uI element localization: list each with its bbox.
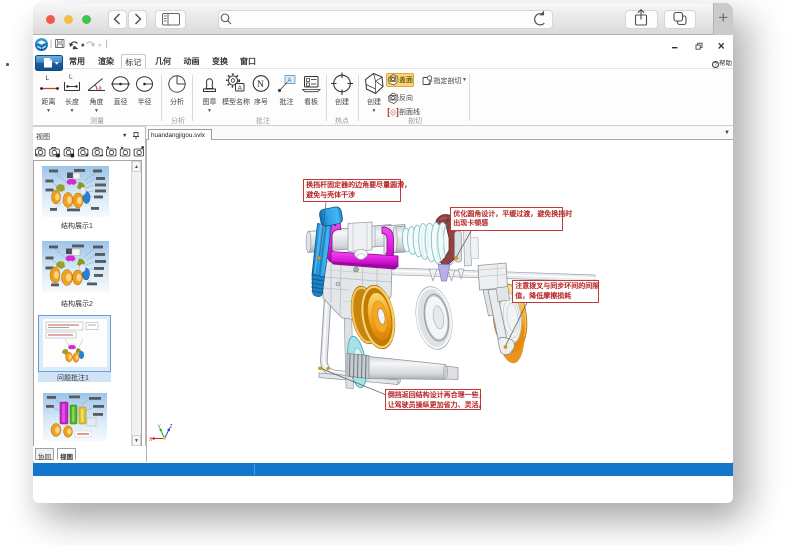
svg-text:L: L	[69, 74, 73, 81]
svg-text:A: A	[238, 86, 242, 92]
svg-text:N: N	[257, 80, 264, 90]
svg-text:L: L	[46, 75, 50, 82]
svg-text:A: A	[288, 78, 292, 84]
svg-text:Z: Z	[170, 424, 173, 430]
